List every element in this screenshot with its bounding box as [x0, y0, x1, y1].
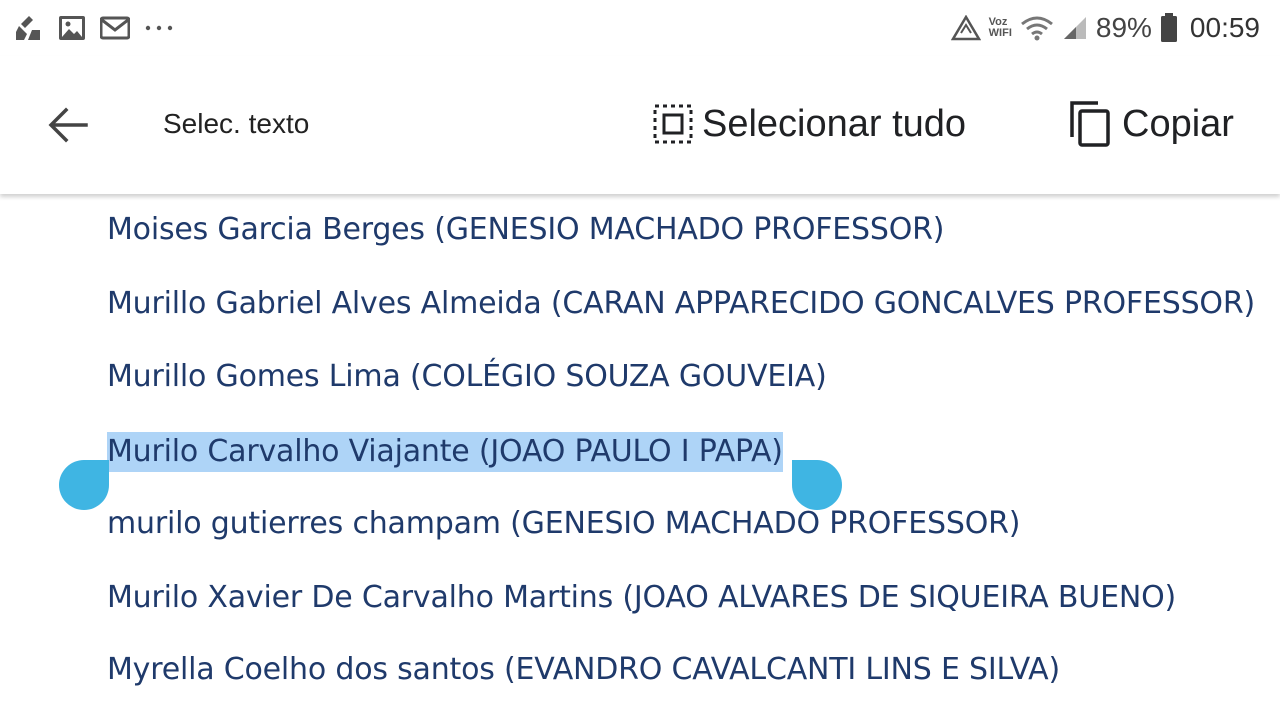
list-item[interactable]: Murillo Gomes Lima (COLÉGIO SOUZA GOUVEI…: [107, 357, 827, 397]
select-all-icon: [653, 104, 693, 144]
data-saver-icon: [950, 15, 981, 41]
list-item[interactable]: Moises Garcia Berges (GENESIO MACHADO PR…: [107, 210, 945, 250]
list-item[interactable]: Murilo Xavier De Carvalho Martins (JOAO …: [107, 578, 1176, 618]
status-clock: 00:59: [1189, 12, 1260, 43]
battery-percent: 89%: [1095, 12, 1152, 43]
list-item[interactable]: Myrella Coelho dos santos (EVANDRO CAVAL…: [107, 650, 1060, 690]
signal-icon: [1062, 15, 1088, 41]
battery-icon: [1160, 13, 1178, 43]
status-bar-system-icons: Voz WIFI 89% 00:59: [950, 10, 1260, 46]
arrow-left-icon: [48, 107, 88, 143]
list-item[interactable]: murilo gutierres champam (GENESIO MACHAD…: [107, 504, 1020, 544]
select-all-button[interactable]: Selecionar tudo: [652, 98, 966, 150]
wifi-label: WIFI: [988, 27, 1012, 39]
list-item-selected[interactable]: Murilo Carvalho Viajante (JOAO PAULO I P…: [107, 432, 783, 472]
select-all-label: Selecionar tudo: [702, 102, 967, 145]
copy-label: Copiar: [1122, 102, 1234, 145]
image-icon: [58, 15, 86, 41]
copy-icon: [1070, 101, 1110, 147]
more-dots-icon: [144, 23, 174, 33]
selection-end-handle[interactable]: [792, 460, 842, 510]
list-item[interactable]: Murillo Gabriel Alves Almeida (CARAN APP…: [107, 284, 1255, 324]
toolbar-title: Selec. texto: [163, 108, 310, 139]
gmail-icon: [100, 16, 130, 40]
text-selection-toolbar: Selec. texto Selecionar tudo Copiar: [0, 56, 1280, 194]
status-bar: Voz WIFI 89% 00:59: [0, 0, 1280, 56]
wifi-icon: [1020, 15, 1054, 41]
copy-button[interactable]: Copiar: [1068, 98, 1234, 150]
back-button[interactable]: [40, 100, 96, 150]
screen: Voz WIFI 89% 00:59 Selec. texto Selecion…: [0, 0, 1280, 720]
document-content[interactable]: Moises Garcia Berges (GENESIO MACHADO PR…: [0, 194, 1280, 720]
status-bar-notification-icons: [14, 12, 174, 44]
selection-start-handle[interactable]: [59, 460, 109, 510]
voz-wifi-indicator: Voz WIFI: [989, 17, 1012, 39]
cleaner-icon: [14, 14, 44, 42]
